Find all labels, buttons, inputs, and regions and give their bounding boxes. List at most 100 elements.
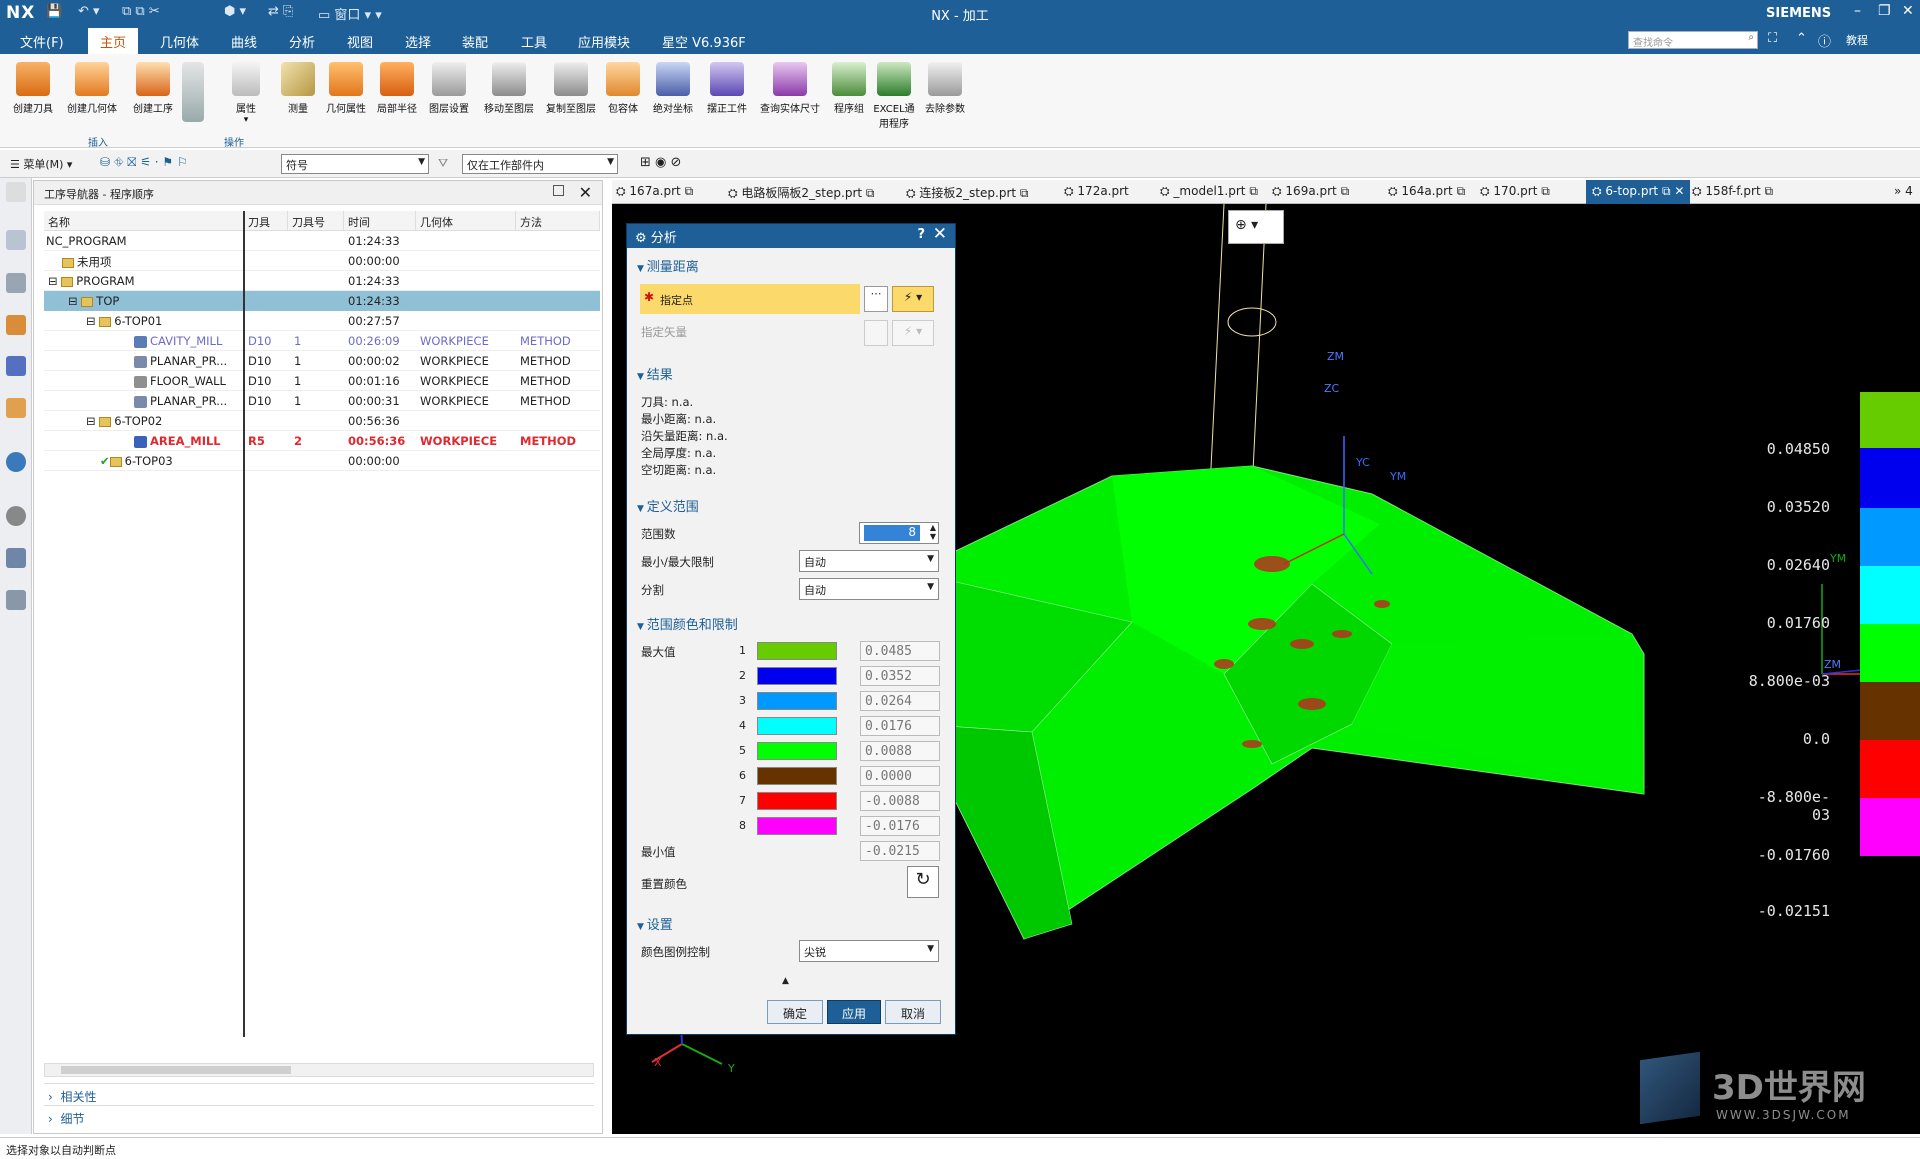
measure-button[interactable]: 测量 bbox=[280, 62, 316, 115]
table-row[interactable]: ⊟ PROGRAM 01:24:33 bbox=[44, 271, 600, 291]
align-workpiece-button[interactable]: 摆正工件 bbox=[702, 62, 752, 115]
table-row[interactable]: AREA_MILL R5 2 00:56:36 WORKPIECE METHOD bbox=[44, 431, 600, 451]
inferred-point-dropdown[interactable]: ⚡ ▾ bbox=[892, 286, 934, 312]
snap-point-selector[interactable]: ⊕ ▾ bbox=[1228, 210, 1284, 244]
cancel-button[interactable]: 取消 bbox=[885, 1000, 941, 1024]
program-group-button[interactable]: 程序组 bbox=[828, 62, 870, 115]
limit-value-7[interactable]: -0.0088 bbox=[860, 791, 940, 811]
menu-curve[interactable]: 曲线 bbox=[231, 32, 257, 51]
scroll-thumb[interactable] bbox=[61, 1066, 291, 1074]
table-row[interactable]: 未用项 00:00:00 bbox=[44, 251, 600, 271]
maximize-icon[interactable] bbox=[553, 185, 564, 196]
reuse-library-icon[interactable] bbox=[6, 590, 26, 610]
limit-value-5[interactable]: 0.0088 bbox=[860, 741, 940, 761]
filter-icon[interactable]: ⛛ bbox=[438, 156, 448, 171]
col-method[interactable]: 方法 bbox=[516, 211, 600, 231]
move-to-layer-button[interactable]: 移动至图层 bbox=[480, 62, 538, 115]
section-result[interactable]: 结果 bbox=[637, 364, 673, 383]
tab-172a[interactable]: ⛭ 172a.prt bbox=[1064, 184, 1129, 199]
close-icon[interactable]: ✕ bbox=[579, 183, 592, 202]
section-settings[interactable]: 设置 bbox=[637, 914, 673, 933]
specify-point-row[interactable]: ✱ 指定点 bbox=[640, 284, 860, 314]
menu-app-modules[interactable]: 应用模块 bbox=[578, 32, 630, 51]
create-geometry-button[interactable]: 创建几何体 bbox=[64, 62, 120, 115]
min-limit-value[interactable]: -0.0215 bbox=[860, 841, 940, 861]
menu-xingkong[interactable]: 星空 V6.936F bbox=[662, 32, 746, 51]
menu-button[interactable]: ☰ 菜单(M) ▾ bbox=[10, 156, 72, 172]
col-time[interactable]: 时间 bbox=[344, 211, 416, 231]
menu-view[interactable]: 视图 bbox=[347, 32, 373, 51]
fullscreen-icon[interactable]: ⛶ bbox=[1768, 31, 1777, 46]
dialog-titlebar[interactable]: ⚙ 分析 ? ✕ bbox=[627, 224, 955, 248]
type-filter-combo[interactable]: 符号 ▼ bbox=[281, 154, 429, 174]
local-radius-button[interactable]: 局部半径 bbox=[372, 62, 422, 115]
table-row[interactable]: ✔ 6-TOP03 00:00:00 bbox=[44, 451, 600, 471]
minmax-dropdown[interactable]: 自动 ▼ bbox=[799, 550, 939, 572]
table-row[interactable]: ⊟ 6-TOP01 00:27:57 bbox=[44, 311, 600, 331]
color-swatch-7[interactable] bbox=[757, 792, 837, 810]
color-swatch-5[interactable] bbox=[757, 742, 837, 760]
menu-analysis[interactable]: 分析 bbox=[289, 32, 315, 51]
menu-tools[interactable]: 工具 bbox=[521, 32, 547, 51]
settings-icon[interactable] bbox=[6, 182, 26, 202]
tab-170[interactable]: ⛭ 170.prt ⧉ bbox=[1480, 184, 1550, 199]
legend-control-dropdown[interactable]: 尖锐 ▼ bbox=[799, 940, 939, 962]
apply-button[interactable]: 应用 bbox=[827, 1000, 881, 1024]
scope-filter-combo[interactable]: 仅在工作部件内 ▼ bbox=[462, 154, 618, 174]
col-name[interactable]: 名称 bbox=[44, 211, 244, 231]
absolute-csys-button[interactable]: 绝对坐标 bbox=[648, 62, 698, 115]
snap-icons[interactable]: ⊞ ◉ ⊘ bbox=[640, 155, 681, 170]
history-icon[interactable] bbox=[6, 506, 26, 526]
tab-167a[interactable]: ⛭ 167a.prt ⧉ bbox=[616, 184, 693, 199]
col-tool-number[interactable]: 刀具号 bbox=[288, 211, 344, 231]
color-swatch-8[interactable] bbox=[757, 817, 837, 835]
tab-158f[interactable]: ⛭ 158f-f.prt ⧉ bbox=[1692, 184, 1773, 199]
col-tool[interactable]: 刀具 bbox=[244, 211, 288, 231]
operation-navigator-icon[interactable] bbox=[6, 315, 26, 335]
color-swatch-6[interactable] bbox=[757, 767, 837, 785]
close-icon[interactable]: ✕ bbox=[933, 224, 947, 244]
menu-select[interactable]: 选择 bbox=[405, 32, 431, 51]
section-dependencies[interactable]: › 相关性 bbox=[44, 1083, 594, 1105]
restore-button[interactable]: ❐ bbox=[1878, 3, 1891, 19]
excel-program-button[interactable]: EXCEL通用程序 bbox=[872, 62, 916, 130]
menu-geometry[interactable]: 几何体 bbox=[160, 32, 199, 51]
tab-model1[interactable]: ⛭ _model1.prt ⧉ bbox=[1160, 184, 1258, 199]
machine-tool-navigator-icon[interactable] bbox=[6, 356, 26, 376]
create-tool-button[interactable]: 创建刀具 bbox=[10, 62, 56, 115]
feature-navigator-icon[interactable] bbox=[6, 398, 26, 418]
tab-164a[interactable]: ⛭ 164a.prt ⧉ bbox=[1388, 184, 1465, 199]
table-row[interactable]: ⊟ 6-TOP02 00:56:36 bbox=[44, 411, 600, 431]
menu-file[interactable]: 文件(F) bbox=[20, 32, 64, 51]
section-range[interactable]: 定义范围 bbox=[637, 496, 699, 515]
tab-6-top[interactable]: ⛭ 6-top.prt ⧉ ✕ bbox=[1586, 180, 1691, 204]
bounding-body-button[interactable]: 包容体 bbox=[604, 62, 642, 115]
vector-dropdown[interactable]: ⚡ ▾ bbox=[892, 320, 934, 346]
help-icon[interactable]: ? bbox=[917, 227, 925, 242]
geometry-properties-button[interactable]: 几何属性 bbox=[320, 62, 372, 115]
command-search-input[interactable]: 查找命令 ⌕ bbox=[1628, 31, 1758, 49]
part-navigator-icon[interactable] bbox=[6, 273, 26, 293]
ok-button[interactable]: 确定 bbox=[767, 1000, 823, 1024]
horizontal-scrollbar[interactable] bbox=[44, 1063, 594, 1077]
limit-value-6[interactable]: 0.0000 bbox=[860, 766, 940, 786]
copy-to-layer-button[interactable]: 复制至图层 bbox=[542, 62, 600, 115]
tab-connector-plate[interactable]: ⛭ 连接板2_step.prt ⧉ bbox=[906, 184, 1028, 201]
limit-value-3[interactable]: 0.0264 bbox=[860, 691, 940, 711]
column-splitter[interactable] bbox=[243, 211, 245, 1037]
menu-home[interactable]: 主页 bbox=[88, 28, 139, 54]
table-row[interactable]: PLANAR_PR... D10 1 00:00:31 WORKPIECE METHOD bbox=[44, 391, 600, 411]
col-geometry[interactable]: 几何体 bbox=[416, 211, 516, 231]
table-row[interactable]: CAVITY_MILL D10 1 00:26:09 WORKPIECE METHOD bbox=[44, 331, 600, 351]
range-count-input[interactable]: 8 ▲ ▼ bbox=[859, 522, 939, 544]
table-row[interactable]: FLOOR_WALL D10 1 00:01:16 WORKPIECE METHOD bbox=[44, 371, 600, 391]
query-solid-size-button[interactable]: 查询实体尺寸 bbox=[756, 62, 824, 115]
create-operation-button[interactable]: 创建工序 bbox=[128, 62, 178, 115]
menu-assembly[interactable]: 装配 bbox=[462, 32, 488, 51]
table-row[interactable]: NC_PROGRAM 01:24:33 bbox=[44, 231, 600, 251]
limit-value-4[interactable]: 0.0176 bbox=[860, 716, 940, 736]
color-swatch-2[interactable] bbox=[757, 667, 837, 685]
section-colors[interactable]: 范围颜色和限制 bbox=[637, 614, 738, 633]
chevron-up-icon[interactable]: ⌃ bbox=[1796, 31, 1807, 46]
tab-169a[interactable]: ⛭ 169a.prt ⧉ bbox=[1272, 184, 1349, 199]
